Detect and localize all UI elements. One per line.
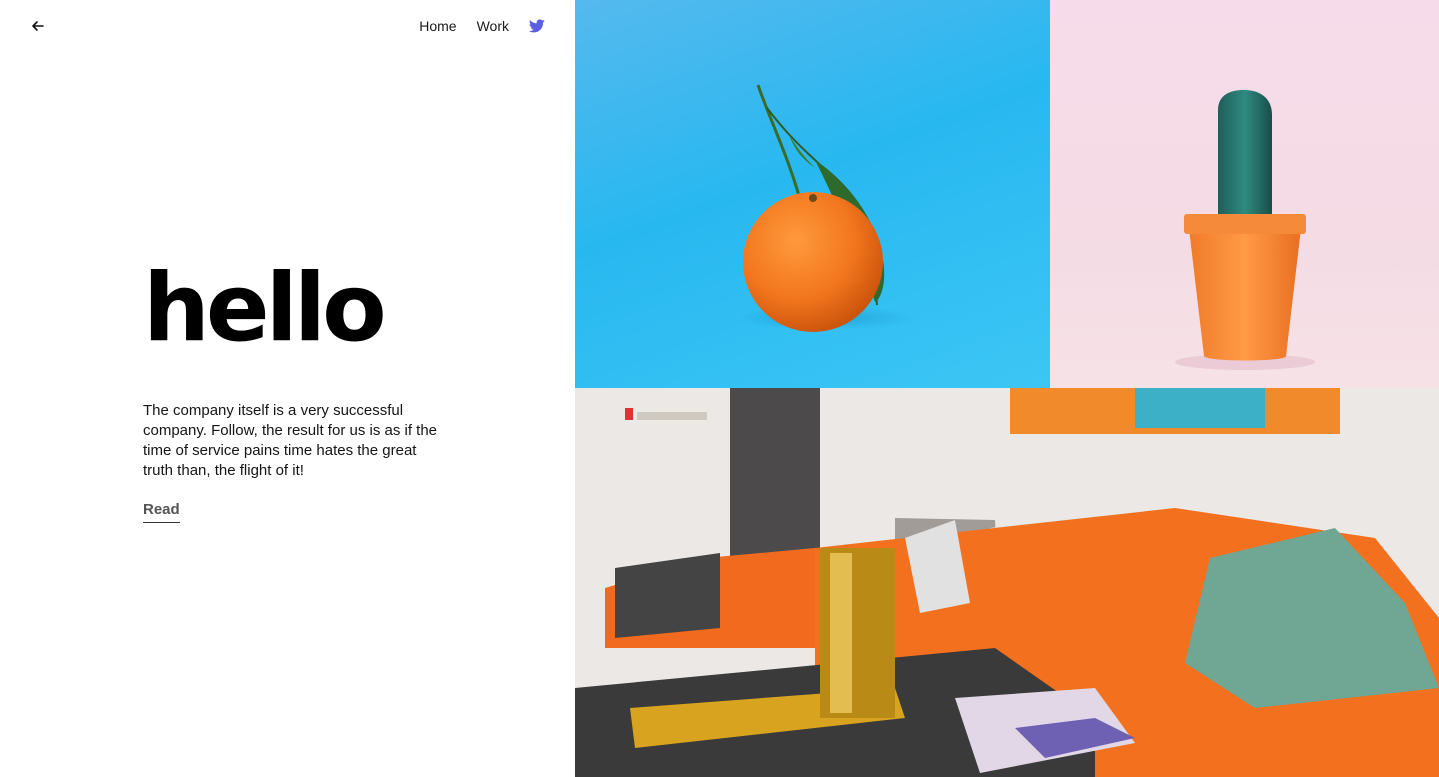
gallery-image-cactus[interactable] [1050,0,1439,388]
nav-home[interactable]: Home [419,18,456,34]
gallery-image-orange[interactable] [575,0,1050,388]
left-panel: Home Work hello The company itself is a … [0,0,575,777]
twitter-icon[interactable] [529,19,545,33]
orange-illustration [735,84,915,332]
gallery-image-living-room[interactable] [575,388,1439,777]
living-room-illustration [575,388,1439,777]
read-link[interactable]: Read [143,501,180,523]
hero-description: The company itself is a very successful … [143,402,438,479]
hero-title: hello [143,254,387,363]
cactus-illustration [1175,90,1315,370]
arrow-left-icon[interactable] [28,16,48,36]
nav-work[interactable]: Work [477,18,509,34]
top-nav: Home Work [419,18,545,34]
